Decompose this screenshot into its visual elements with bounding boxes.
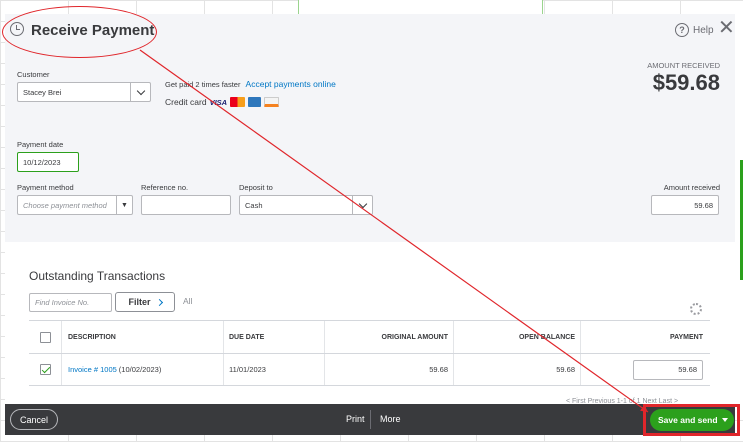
annotation-arrow: [139, 49, 649, 413]
